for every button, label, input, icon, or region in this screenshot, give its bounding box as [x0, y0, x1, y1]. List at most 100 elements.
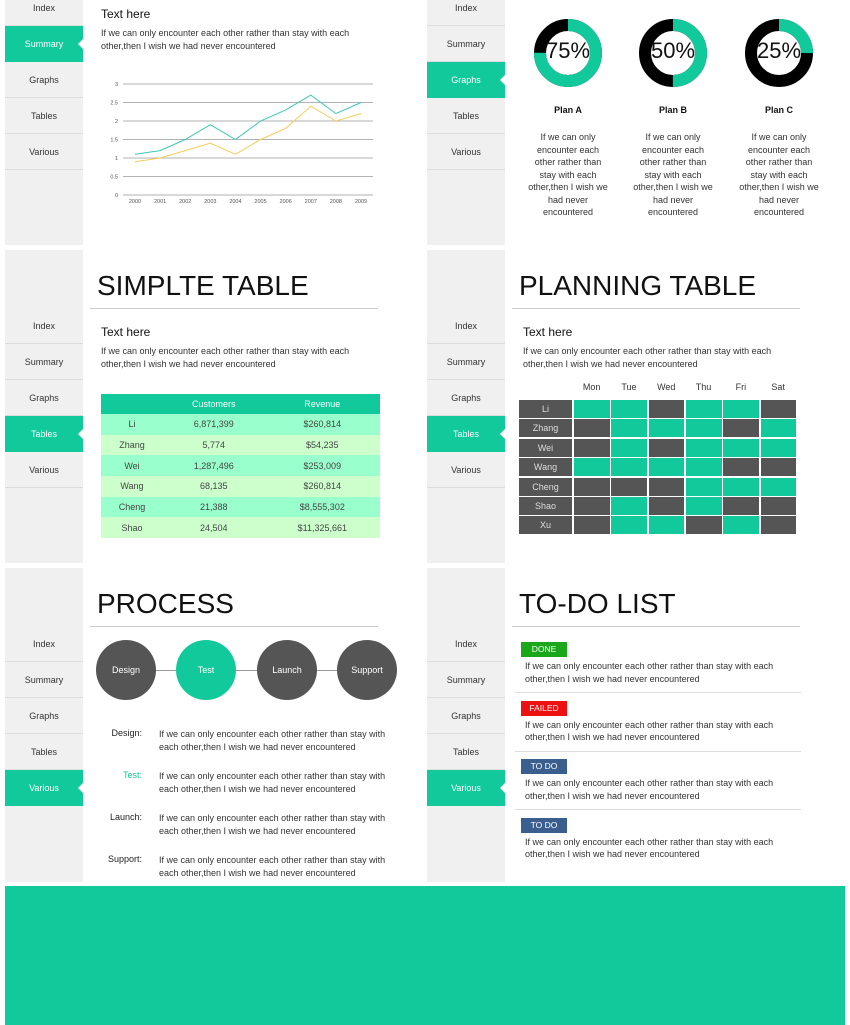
todo-text: If we can only encounter each other rath… [525, 719, 774, 743]
sidebar-item-various[interactable]: Various [5, 134, 83, 170]
sidebar-item-summary[interactable]: Summary [427, 344, 505, 380]
sidebar-item-index[interactable]: Index [427, 0, 505, 26]
sidebar-item-various[interactable]: Various [427, 770, 505, 806]
table-row: Wang 68,135 $260,814 [101, 476, 380, 497]
x-tick-label: 2007 [305, 199, 317, 205]
sidebar-item-index[interactable]: Index [5, 626, 83, 662]
column-header: Customers [192, 399, 236, 409]
planned-cell [648, 419, 685, 438]
process-step-support[interactable]: Support [337, 640, 397, 700]
unplanned-cell [685, 516, 722, 535]
plan-name: Plan B [658, 105, 687, 115]
line-chart: 0 0.5 1 1.5 2 2.5 3 2000 2001 2002 2003 2004 2005 200… [110, 82, 373, 205]
y-tick-label: 1.5 [110, 138, 118, 144]
day-header: Mon [582, 382, 601, 392]
table-cell: 6,871,399 [193, 419, 234, 430]
sidebar-item-tables[interactable]: Tables [427, 734, 505, 770]
unplanned-cell [723, 497, 759, 515]
planned-cell [574, 400, 610, 418]
table-cell: $11,325,661 [297, 522, 347, 533]
sidebar-item-graphs[interactable]: Graphs [5, 62, 83, 98]
summary-slide: Index Summary Graphs Tables Various Text her… [5, 0, 423, 245]
sidebar-item-tables[interactable]: Tables [5, 416, 83, 452]
sidebar-item-various[interactable]: Various [5, 770, 83, 806]
table-cell: $253,009 [303, 460, 342, 471]
sidebar-item-summary[interactable]: Summary [427, 662, 505, 698]
table-cell: 1,287,496 [193, 460, 234, 471]
table-cell: 5,774 [202, 440, 226, 451]
process-step-launch[interactable]: Launch [257, 640, 317, 700]
table-cell: $260,814 [303, 481, 342, 492]
x-tick-label: 2004 [229, 199, 241, 205]
unplanned-cell [648, 438, 685, 457]
donut-percent: 25% [756, 38, 802, 63]
sidebar-item-index[interactable]: Index [427, 626, 505, 662]
sidebar-item-tables[interactable]: Tables [427, 98, 505, 134]
divider [515, 809, 801, 810]
sidebar-item-tables[interactable]: Tables [5, 734, 83, 770]
process-detail-label: Support: [107, 854, 142, 864]
table-cell: Li [128, 419, 136, 430]
row-name: Xu [519, 516, 572, 535]
footer-band [5, 886, 845, 1025]
sidebar-item-summary[interactable]: Summary [5, 662, 83, 698]
x-tick-label: 2008 [330, 199, 342, 205]
x-tick-label: 2001 [154, 199, 166, 205]
planned-cell [685, 497, 722, 515]
table-row: Cheng 21,388 $8,555,302 [101, 496, 380, 518]
slide-title: PLANNING TABLE [519, 270, 757, 301]
row-name: Zhang [519, 419, 572, 438]
process-step-design[interactable]: Design [96, 640, 156, 700]
sidebar-item-graphs[interactable]: Graphs [427, 698, 505, 734]
sidebar-item-graphs[interactable]: Graphs [5, 380, 83, 416]
todo-text: If we can only encounter each other rath… [525, 661, 774, 684]
donut-chart-plan-c: 25% [744, 18, 814, 88]
slide-title: PROCESS [97, 588, 234, 619]
table-cell: Cheng [118, 502, 146, 513]
sidebar-item-graphs[interactable]: Graphs [5, 698, 83, 734]
sidebar-item-various[interactable]: Various [427, 452, 505, 488]
status-badge-failed: FAILED [521, 700, 567, 716]
sidebar-item-index[interactable]: Index [427, 308, 505, 344]
planned-cell [611, 419, 648, 438]
sidebar-item-index[interactable]: Index [5, 308, 83, 344]
process-detail-text: If we can only encounter each other rath… [159, 729, 386, 752]
process-step-test[interactable]: Test [176, 640, 236, 700]
day-header: Fri [735, 382, 747, 392]
sidebar-item-summary[interactable]: Summary [5, 344, 83, 380]
planned-cell [685, 458, 722, 477]
planned-cell [685, 419, 722, 438]
simple-table-slide: Index Summary Graphs Tables Various SIMPLTE … [5, 250, 423, 563]
day-header: Sat [771, 382, 785, 392]
unplanned-cell [574, 438, 610, 457]
process-slide: Index Summary Graphs Tables Various PROCESS … [5, 568, 423, 882]
sidebar-item-various[interactable]: Various [5, 452, 83, 488]
sidebar: Index Summary Graphs Tables Various [427, 250, 505, 563]
sidebar-item-various[interactable]: Various [427, 134, 505, 170]
todo-text: If we can only encounter each other rath… [525, 778, 774, 801]
sidebar-item-summary[interactable]: Summary [427, 26, 505, 62]
process-detail-label: Test: [122, 770, 142, 780]
unplanned-cell [723, 419, 759, 438]
sidebar-item-tables[interactable]: Tables [427, 416, 505, 452]
sidebar-item-summary[interactable]: Summary [5, 26, 83, 62]
table-cell: 24,504 [200, 522, 228, 533]
planned-cell [648, 516, 685, 535]
planned-cell [723, 400, 759, 418]
x-tick-label: 2005 [254, 199, 266, 205]
sidebar: Index Summary Graphs Tables Various [5, 568, 83, 882]
heading: Text here [101, 325, 151, 339]
sidebar-item-graphs[interactable]: Graphs [427, 380, 505, 416]
unplanned-cell [760, 516, 797, 535]
sidebar-item-tables[interactable]: Tables [5, 98, 83, 134]
plan-name: Plan A [554, 105, 582, 115]
sidebar: Index Summary Graphs Tables Various [427, 0, 505, 245]
sidebar-item-graphs[interactable]: Graphs [427, 62, 505, 98]
y-tick-label: 0 [115, 193, 118, 199]
sidebar: Index Summary Graphs Tables Various [427, 568, 505, 882]
x-tick-label: 2002 [179, 199, 191, 205]
planned-cell [760, 477, 797, 496]
divider [90, 308, 378, 309]
row-name: Li [519, 400, 572, 418]
sidebar-item-index[interactable]: Index [5, 0, 83, 26]
